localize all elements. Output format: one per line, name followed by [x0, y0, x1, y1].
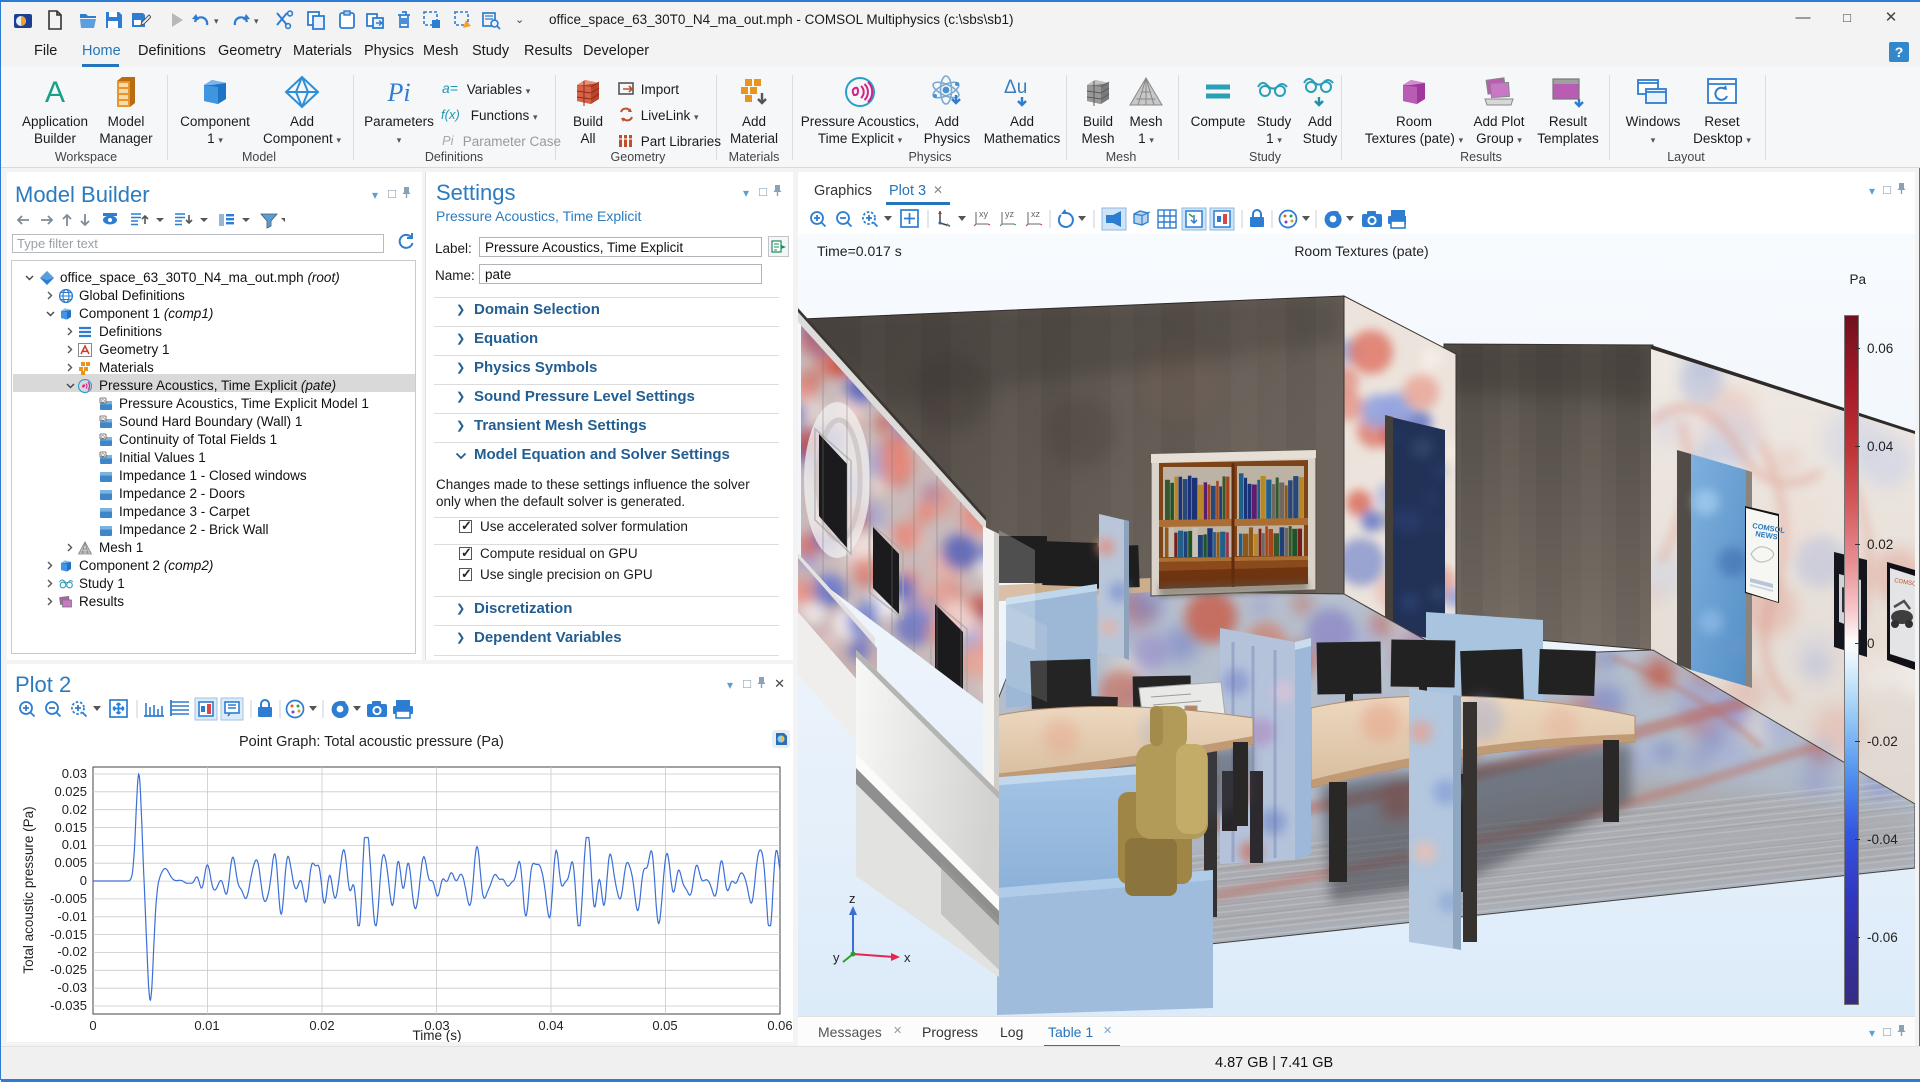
svg-text:f(x): f(x) [441, 107, 460, 122]
svg-text:0.02: 0.02 [62, 802, 87, 817]
svg-text:yz: yz [1005, 209, 1015, 219]
svg-text:-0.035: -0.035 [50, 998, 87, 1013]
svg-text:Total acoustic pressure (Pa): Total acoustic pressure (Pa) [21, 806, 36, 973]
svg-text:D: D [101, 452, 105, 458]
svg-text:z: z [849, 891, 856, 906]
svg-text:-0.025: -0.025 [50, 962, 87, 977]
svg-text:Pi: Pi [386, 78, 410, 107]
svg-text:xy: xy [979, 209, 989, 219]
svg-text:xz: xz [1031, 209, 1041, 219]
svg-text:-0.01: -0.01 [57, 909, 87, 924]
svg-text:0.025: 0.025 [54, 784, 87, 799]
svg-text:0.06: 0.06 [767, 1018, 792, 1033]
svg-text:-0.03: -0.03 [57, 980, 87, 995]
svg-text:D: D [101, 416, 105, 422]
svg-text:0.005: 0.005 [54, 855, 87, 870]
svg-text:-0.015: -0.015 [50, 927, 87, 942]
svg-text:0.04: 0.04 [538, 1018, 563, 1033]
svg-text:0.03: 0.03 [62, 766, 87, 781]
svg-text:a=: a= [442, 81, 458, 96]
svg-text:0.01: 0.01 [62, 837, 87, 852]
svg-text:0: 0 [80, 873, 87, 888]
svg-text:-0.02: -0.02 [57, 944, 87, 959]
svg-text:Pi: Pi [442, 133, 455, 148]
svg-text:D: D [101, 434, 105, 440]
svg-text:x: x [904, 950, 911, 965]
svg-text:0.015: 0.015 [54, 820, 87, 835]
svg-text:Δu: Δu [1004, 77, 1027, 98]
svg-text:-0.005: -0.005 [50, 891, 87, 906]
svg-text:0.02: 0.02 [309, 1018, 334, 1033]
svg-text:0.01: 0.01 [194, 1018, 219, 1033]
svg-text:y: y [833, 950, 840, 965]
svg-text:D: D [101, 398, 105, 404]
svg-text:Time (s): Time (s) [413, 1028, 462, 1042]
svg-text:0.05: 0.05 [652, 1018, 677, 1033]
svg-text:A: A [45, 76, 65, 109]
svg-text:0: 0 [89, 1018, 96, 1033]
